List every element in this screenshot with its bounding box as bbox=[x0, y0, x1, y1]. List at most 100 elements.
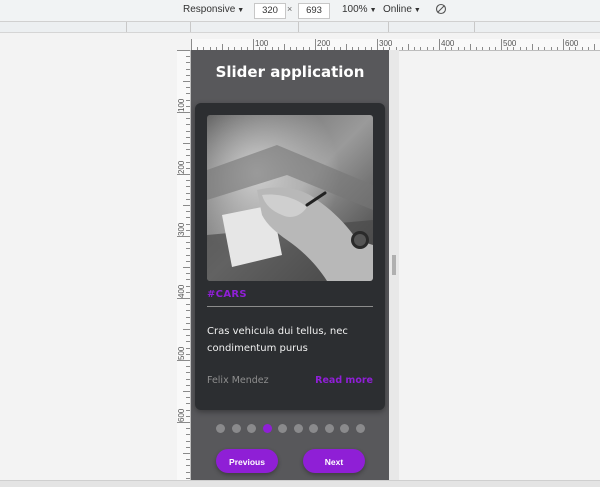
ruler-tick bbox=[186, 124, 190, 126]
ruler-tick bbox=[315, 39, 316, 50]
ruler-label: 300 bbox=[177, 222, 186, 236]
vertical-ruler: 100 200 300 400 500 600 bbox=[177, 50, 191, 486]
ruler-tick bbox=[445, 47, 447, 50]
ruler-tick bbox=[177, 112, 190, 113]
ruler-tick bbox=[183, 81, 190, 82]
ruler-tick bbox=[177, 360, 190, 361]
media-query-marker bbox=[298, 22, 299, 32]
height-input[interactable]: 693 bbox=[298, 3, 330, 19]
pagination-dot-active[interactable] bbox=[262, 424, 272, 433]
ruler-tick bbox=[426, 47, 428, 50]
pagination-dot[interactable] bbox=[247, 424, 256, 433]
ruler-tick bbox=[186, 93, 190, 95]
pagination-dot[interactable] bbox=[355, 424, 365, 433]
ruler-tick bbox=[186, 186, 190, 188]
ruler-tick bbox=[463, 47, 465, 50]
ruler-tick bbox=[177, 422, 190, 423]
ruler-tick bbox=[186, 372, 190, 374]
pagination-dot[interactable] bbox=[216, 424, 225, 433]
dimension-separator: × bbox=[287, 4, 293, 14]
device-viewport: Slider application #CARS Cras vehicula d… bbox=[191, 50, 389, 486]
ruler-tick bbox=[186, 291, 190, 293]
card-author: Felix Mendez bbox=[207, 375, 269, 386]
device-select-label: Responsive bbox=[183, 4, 236, 15]
ruler-tick bbox=[186, 304, 190, 306]
ruler-tick bbox=[538, 47, 540, 50]
rotate-icon[interactable] bbox=[435, 3, 447, 15]
pagination-dot[interactable] bbox=[293, 424, 303, 433]
ruler-tick bbox=[408, 44, 409, 50]
ruler-tick bbox=[532, 44, 533, 50]
ruler-tick bbox=[186, 149, 190, 151]
ruler-tick bbox=[507, 47, 509, 50]
device-select[interactable]: Responsive ▼ bbox=[183, 4, 244, 15]
resize-grip-icon bbox=[392, 255, 396, 275]
ruler-label: 500 bbox=[177, 346, 186, 360]
ruler-tick bbox=[186, 397, 190, 399]
ruler-tick bbox=[186, 471, 190, 473]
ruler-tick bbox=[401, 47, 403, 50]
ruler-tick bbox=[581, 47, 583, 50]
ruler-tick bbox=[186, 434, 190, 436]
ruler-tick bbox=[186, 465, 190, 467]
zoom-select[interactable]: 100% ▼ bbox=[342, 4, 377, 15]
pagination-dot[interactable] bbox=[309, 424, 318, 433]
card-category-tag[interactable]: #CARS bbox=[207, 289, 247, 300]
device-select-caret-icon: ▼ bbox=[237, 7, 245, 14]
ruler-tick bbox=[253, 39, 254, 50]
ruler-label: 600 bbox=[177, 408, 186, 422]
network-throttle-caret-icon: ▼ bbox=[413, 7, 421, 14]
ruler-tick bbox=[525, 47, 527, 50]
ruler-tick bbox=[432, 47, 434, 50]
card-description: Cras vehicula dui tellus, nec condimentu… bbox=[207, 326, 348, 354]
ruler-tick bbox=[569, 47, 571, 50]
network-throttle-select[interactable]: Online ▼ bbox=[383, 4, 421, 15]
ruler-tick bbox=[186, 384, 190, 386]
ruler-tick bbox=[186, 99, 190, 101]
pagination-dot[interactable] bbox=[340, 424, 349, 433]
ruler-tick bbox=[186, 254, 190, 256]
ruler-tick bbox=[457, 47, 459, 50]
ruler-label: 400 bbox=[177, 284, 186, 298]
ruler-tick bbox=[575, 47, 577, 50]
viewport-resize-handle[interactable] bbox=[389, 50, 399, 486]
read-more-link[interactable]: Read more bbox=[315, 375, 373, 386]
ruler-tick bbox=[186, 285, 190, 287]
ruler-tick bbox=[186, 130, 190, 132]
device-toolbar: Responsive ▼ 320 × 693 100% ▼ Online ▼ bbox=[0, 0, 600, 22]
ruler-tick bbox=[191, 39, 192, 50]
ruler-tick bbox=[186, 335, 190, 337]
ruler-tick bbox=[186, 167, 190, 169]
ruler-tick bbox=[476, 47, 478, 50]
ruler-tick bbox=[186, 229, 190, 231]
ruler-tick bbox=[488, 47, 490, 50]
pagination-dot[interactable] bbox=[278, 424, 287, 433]
ruler-tick bbox=[177, 298, 190, 299]
card-divider bbox=[207, 306, 373, 307]
ruler-tick bbox=[556, 47, 558, 50]
ruler-tick bbox=[519, 47, 521, 50]
ruler-tick bbox=[482, 47, 484, 50]
previous-button[interactable]: Previous bbox=[216, 449, 278, 473]
ruler-tick bbox=[186, 74, 190, 76]
ruler-label: 100 bbox=[177, 98, 186, 112]
pagination-dot[interactable] bbox=[231, 424, 241, 433]
ruler-tick bbox=[186, 248, 190, 250]
ruler-tick bbox=[186, 415, 190, 417]
next-button[interactable]: Next bbox=[303, 449, 365, 473]
ruler-tick bbox=[186, 347, 190, 349]
width-input[interactable]: 320 bbox=[254, 3, 286, 19]
media-query-marker bbox=[126, 22, 127, 32]
ruler-tick bbox=[177, 50, 190, 51]
ruler-tick bbox=[186, 459, 190, 461]
ruler-tick bbox=[186, 322, 190, 324]
ruler-tick bbox=[186, 409, 190, 411]
pagination-dot[interactable] bbox=[324, 424, 334, 433]
zoom-select-caret-icon: ▼ bbox=[369, 7, 377, 14]
ruler-tick bbox=[183, 205, 190, 206]
media-query-bar[interactable] bbox=[0, 22, 600, 33]
ruler-tick bbox=[186, 87, 190, 89]
ruler-tick bbox=[186, 198, 190, 200]
ruler-tick bbox=[186, 192, 190, 194]
ruler-tick bbox=[186, 105, 190, 107]
